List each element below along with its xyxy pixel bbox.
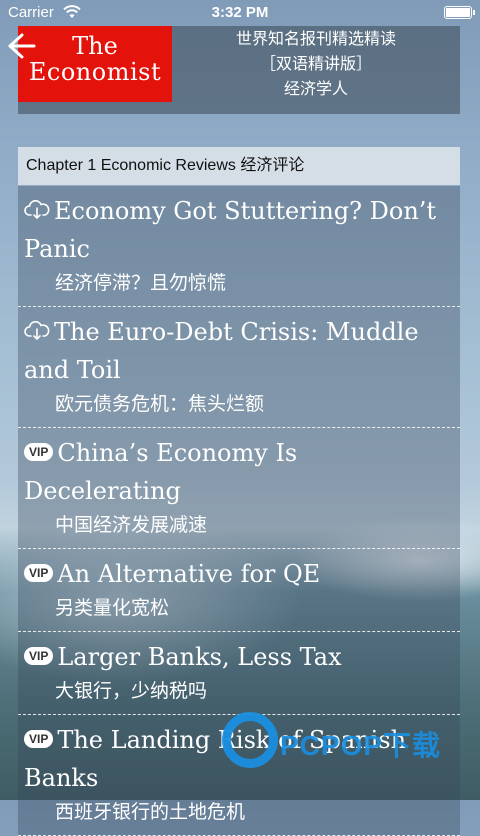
economist-logo: The Economist bbox=[18, 26, 172, 102]
battery-level bbox=[446, 8, 470, 17]
back-arrow-icon[interactable] bbox=[4, 30, 36, 62]
article-subtitle: 西班牙银行的土地危机 bbox=[55, 801, 246, 823]
logo-line2: Economist bbox=[28, 58, 162, 86]
article-subtitle: 另类量化宽松 bbox=[55, 597, 170, 619]
cloud-download-icon[interactable] bbox=[24, 199, 50, 220]
vip-badge: VIP bbox=[24, 563, 54, 582]
article-title: Economy Got Stuttering? Don’t Panic bbox=[24, 197, 437, 263]
article-title: The Euro-Debt Crisis: Muddle and Toil bbox=[24, 318, 419, 384]
article-item[interactable]: VIP Larger Banks, Less Tax 大银行，少纳税吗 bbox=[18, 632, 460, 715]
article-title-row: VIP Larger Banks, Less Tax bbox=[18, 632, 460, 676]
article-title: China’s Economy Is Decelerating bbox=[24, 439, 298, 505]
article-item[interactable]: Economy Got Stuttering? Don’t Panic 经济停滞… bbox=[18, 186, 460, 307]
watermark-logo: PCPOP下载 bbox=[222, 708, 472, 778]
header-panel: The Economist 世界知名报刊精选精读 ［双语精讲版］ 经济学人 bbox=[18, 26, 460, 114]
article-subtitle: 中国经济发展减速 bbox=[55, 514, 208, 536]
article-title-row: VIP An Alternative for QE bbox=[18, 549, 460, 593]
article-item[interactable]: VIP China’s Economy Is Decelerating 中国经济发… bbox=[18, 428, 460, 549]
article-title-row: VIP China’s Economy Is Decelerating bbox=[18, 428, 460, 510]
header-subtitle-line3: 经济学人 bbox=[283, 79, 348, 98]
article-item[interactable]: The Euro-Debt Crisis: Muddle and Toil 欧元… bbox=[18, 307, 460, 428]
article-title: An Alternative for QE bbox=[57, 560, 321, 588]
header-subtitle-line1: 世界知名报刊精选精读 bbox=[235, 29, 396, 48]
article-subtitle: 经济停滞？且勿惊慌 bbox=[55, 272, 227, 294]
status-time: 3:32 PM bbox=[211, 4, 269, 21]
article-title-row: Economy Got Stuttering? Don’t Panic bbox=[18, 186, 460, 268]
vip-badge: VIP bbox=[24, 646, 54, 665]
article-title: Larger Banks, Less Tax bbox=[57, 643, 342, 671]
header-subtitle-line2: ［双语精讲版］ bbox=[259, 54, 372, 73]
article-title-row: The Euro-Debt Crisis: Muddle and Toil bbox=[18, 307, 460, 389]
status-bar: Carrier 3:32 PM bbox=[0, 0, 480, 26]
chapter-header[interactable]: Chapter 1 Economic Reviews 经济评论 bbox=[18, 147, 460, 185]
battery-icon bbox=[444, 6, 475, 19]
article-item[interactable]: VIP An Alternative for QE 另类量化宽松 bbox=[18, 549, 460, 632]
vip-badge: VIP bbox=[24, 442, 54, 461]
header-title: 世界知名报刊精选精读 ［双语精讲版］ 经济学人 bbox=[172, 26, 460, 101]
cloud-download-icon[interactable] bbox=[24, 320, 50, 341]
logo-line1: The bbox=[72, 32, 118, 60]
article-subtitle: 欧元债务危机：焦头烂额 bbox=[55, 393, 265, 415]
vip-badge: VIP bbox=[24, 729, 54, 748]
watermark-circle-icon bbox=[222, 712, 278, 768]
watermark-text: PCPOP下载 bbox=[280, 730, 442, 761]
